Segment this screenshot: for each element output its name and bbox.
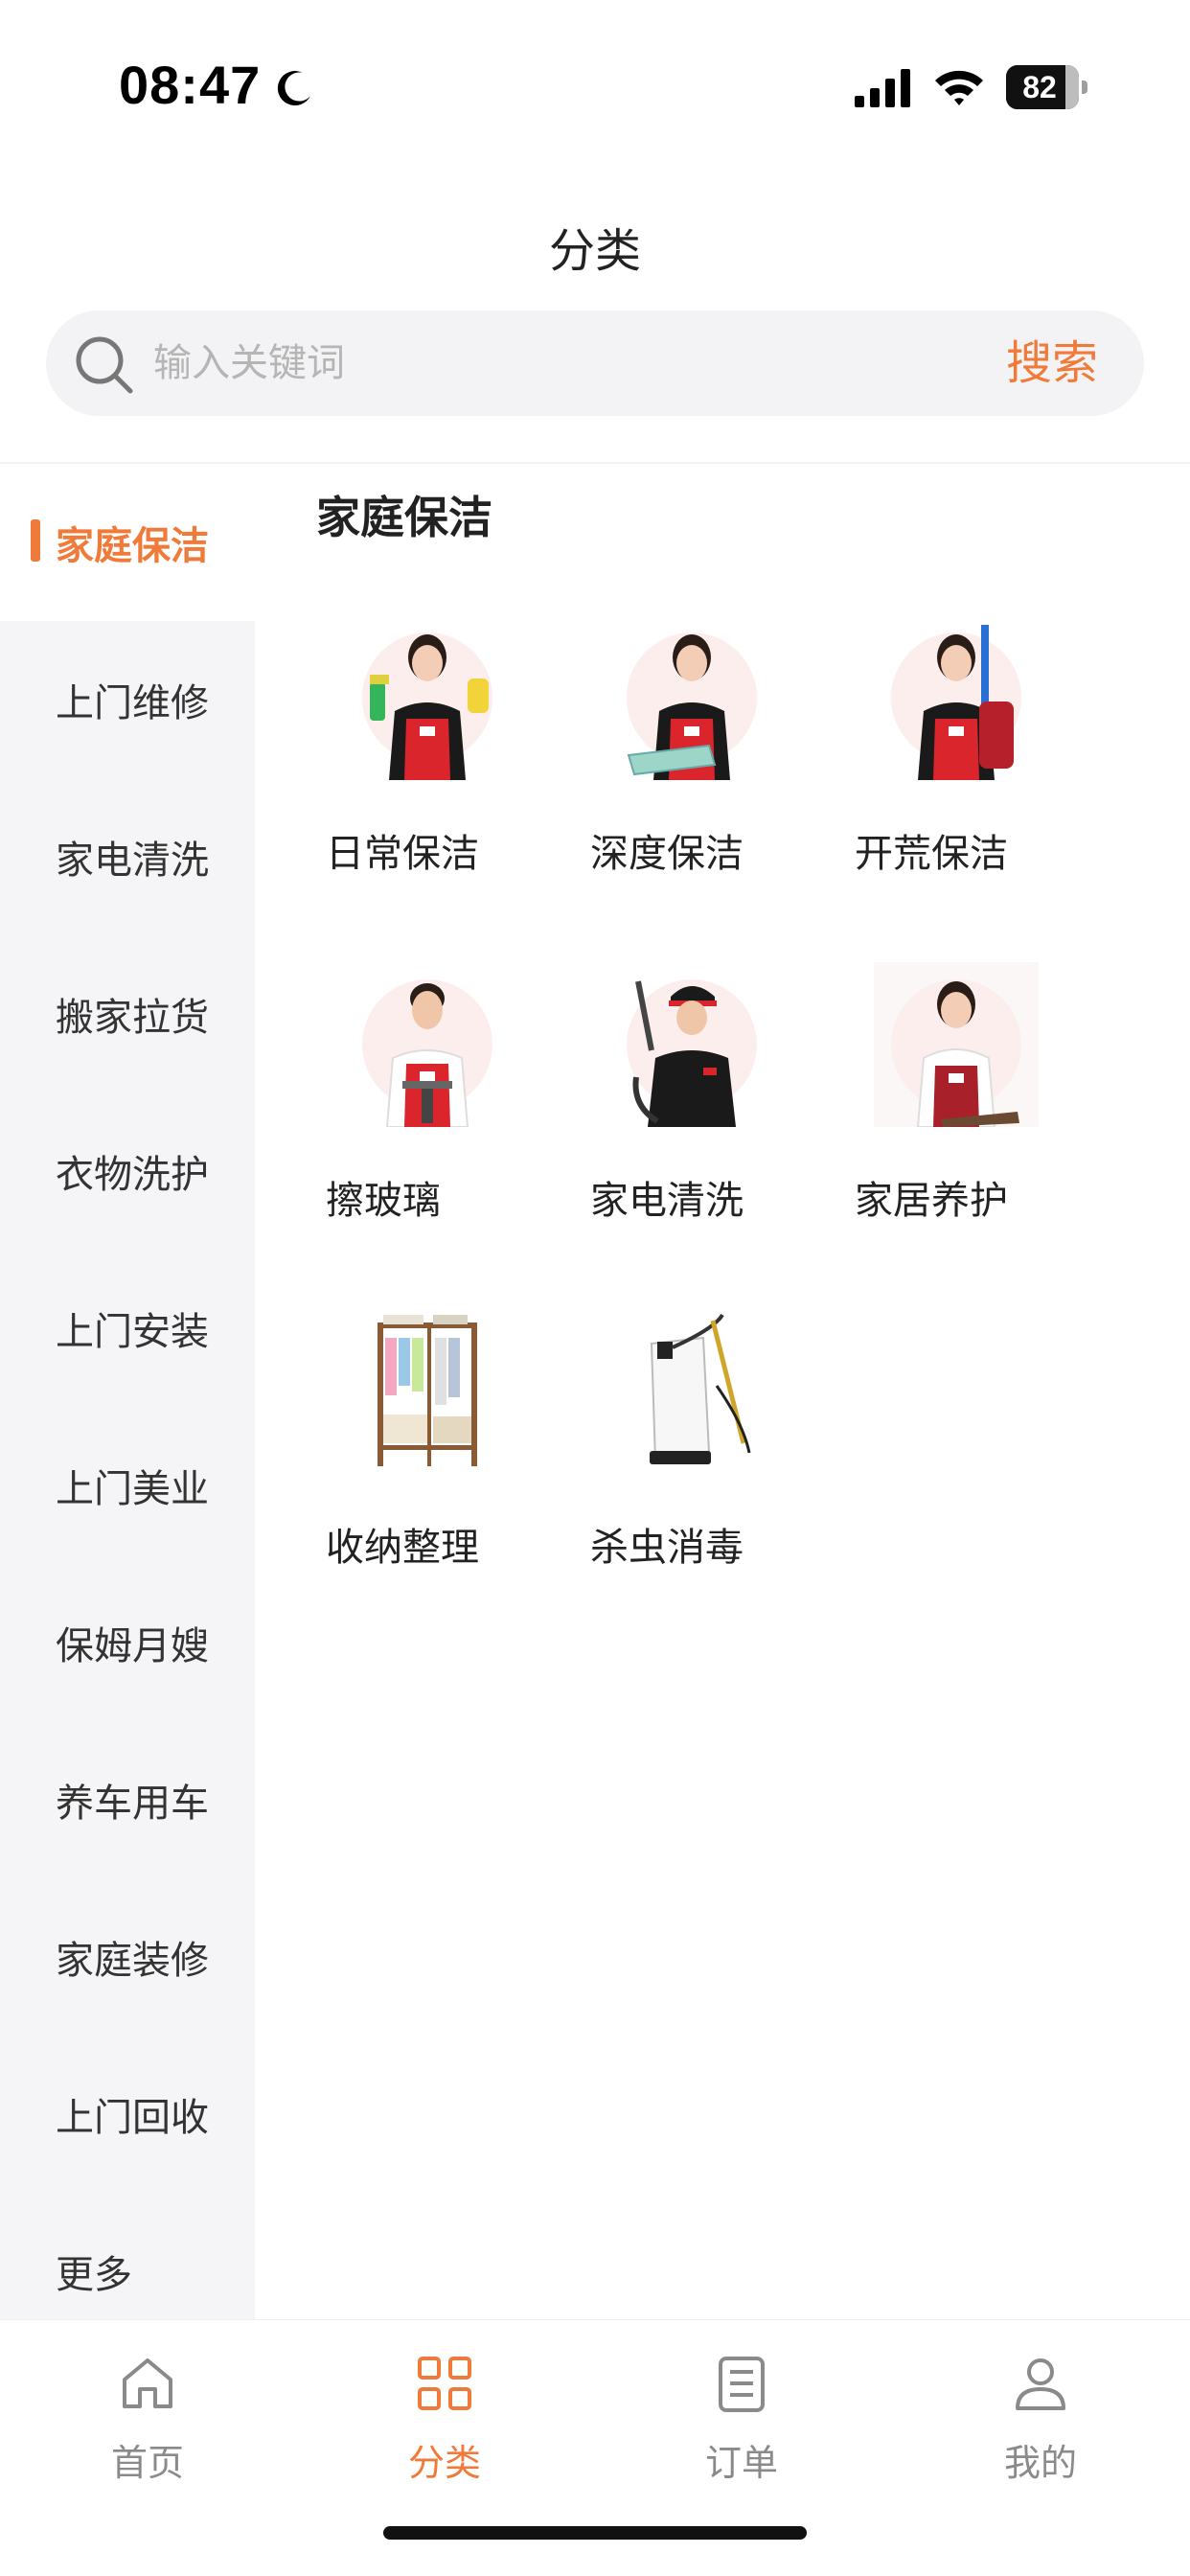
tab-category[interactable]: 分类 <box>349 2339 540 2493</box>
user-icon <box>1016 2358 1065 2410</box>
service-label: 日常保洁 <box>326 832 479 876</box>
wifi-icon <box>935 70 983 105</box>
tab-home[interactable]: 首页 <box>52 2339 243 2493</box>
sidebar-item-nanny[interactable]: 保姆月嫂 <box>0 1564 255 1721</box>
service-label: 杀虫消毒 <box>590 1526 744 1570</box>
service-deep-cleaning[interactable]: 深度保洁 <box>560 615 824 903</box>
category-content: 家庭保洁 日常保洁 深度保洁 开荒保洁 擦玻璃 家电清洗 家居养护 收纳整理 杀… <box>255 464 1190 2319</box>
cellular-signal-icon <box>855 69 910 107</box>
service-label: 深度保洁 <box>590 832 744 876</box>
sidebar-item-home-repair[interactable]: 上门维修 <box>0 621 255 778</box>
sprayer-tank-icon <box>650 1313 751 1464</box>
sidebar-item-label: 家庭装修 <box>56 1939 209 1983</box>
sidebar-item-installation[interactable]: 上门安装 <box>0 1250 255 1407</box>
moon-icon <box>277 71 310 106</box>
service-appliance-cleaning[interactable]: 家电清洗 <box>560 962 824 1250</box>
sidebar-item-moving[interactable]: 搬家拉货 <box>0 935 255 1092</box>
service-daily-cleaning[interactable]: 日常保洁 <box>295 615 560 903</box>
cleaner-with-spray-icon <box>362 632 492 780</box>
sidebar-item-beauty[interactable]: 上门美业 <box>0 1407 255 1564</box>
sidebar-item-label: 上门安装 <box>56 1310 209 1354</box>
active-indicator <box>31 519 40 562</box>
service-label: 收纳整理 <box>326 1526 479 1570</box>
service-label: 家电清洗 <box>590 1179 744 1223</box>
window-cleaner-icon <box>362 979 492 1127</box>
sidebar-item-label: 家电清洗 <box>56 839 209 883</box>
tab-label: 订单 <box>704 2442 778 2484</box>
service-window-cleaning[interactable]: 擦玻璃 <box>295 962 560 1250</box>
screen: 08:47 82 分类 输入关键词 搜索 家庭保洁 上门维修 家电清洗 搬家拉货… <box>0 0 1190 2576</box>
section-title: 家庭保洁 <box>316 492 492 543</box>
sidebar-item-label: 家庭保洁 <box>56 524 209 568</box>
search-bar: 搜索 <box>46 310 1144 416</box>
tab-profile[interactable]: 我的 <box>945 2339 1136 2493</box>
sidebar-item-label: 更多 <box>56 2253 132 2297</box>
status-time: 08:47 <box>119 55 262 115</box>
service-furniture-care[interactable]: 家居养护 <box>824 962 1088 1250</box>
search-input[interactable] <box>153 332 920 395</box>
service-label: 擦玻璃 <box>326 1179 441 1223</box>
sidebar-item-renovation[interactable]: 家庭装修 <box>0 1878 255 2036</box>
sidebar-item-label: 衣物洗护 <box>56 1153 209 1197</box>
wardrobe-rack-icon <box>378 1315 477 1466</box>
tab-label: 分类 <box>407 2442 481 2484</box>
sidebar-item-home-cleaning[interactable]: 家庭保洁 <box>0 464 255 621</box>
cleaner-with-backpack-icon <box>891 625 1021 780</box>
furniture-care-icon <box>874 962 1039 1127</box>
search-icon <box>76 336 133 394</box>
sidebar-item-appliance-cleaning[interactable]: 家电清洗 <box>0 778 255 935</box>
service-pest-control[interactable]: 杀虫消毒 <box>560 1309 824 1597</box>
appliance-cleaner-icon <box>627 979 757 1127</box>
sidebar-item-label: 保姆月嫂 <box>56 1624 209 1668</box>
status-bar: 08:47 82 <box>0 0 1190 172</box>
cleaner-with-tray-icon <box>627 632 757 780</box>
category-sidebar: 家庭保洁 上门维修 家电清洗 搬家拉货 衣物洗护 上门安装 上门美业 保姆月嫂 … <box>0 464 255 2319</box>
grid-icon <box>418 2357 471 2410</box>
battery-percent: 82 <box>1022 70 1057 104</box>
service-label: 家居养护 <box>855 1179 1008 1223</box>
sidebar-item-label: 上门美业 <box>56 1467 209 1511</box>
service-label: 开荒保洁 <box>855 832 1008 876</box>
sidebar-item-recycling[interactable]: 上门回收 <box>0 2036 255 2193</box>
sidebar-item-label: 上门回收 <box>56 2096 209 2140</box>
battery-tip <box>1082 80 1087 94</box>
battery-icon: 82 <box>1006 65 1087 109</box>
tab-label: 我的 <box>1003 2442 1077 2484</box>
tab-orders[interactable]: 订单 <box>646 2339 837 2493</box>
sidebar-item-car-care[interactable]: 养车用车 <box>0 1721 255 1878</box>
sidebar-item-label: 上门维修 <box>56 681 209 725</box>
battery-body: 82 <box>1006 65 1079 109</box>
service-storage-organizing[interactable]: 收纳整理 <box>295 1309 560 1597</box>
sidebar-item-laundry[interactable]: 衣物洗护 <box>0 1092 255 1250</box>
search-button[interactable]: 搜索 <box>1006 332 1098 395</box>
home-indicator <box>383 2526 807 2540</box>
order-list-icon <box>719 2357 765 2412</box>
service-post-renovation-cleaning[interactable]: 开荒保洁 <box>824 615 1088 903</box>
sidebar-item-label: 养车用车 <box>56 1782 209 1826</box>
sidebar-item-label: 搬家拉货 <box>56 996 209 1040</box>
home-icon <box>123 2358 172 2408</box>
tab-label: 首页 <box>110 2442 184 2484</box>
page-title: 分类 <box>548 224 641 278</box>
